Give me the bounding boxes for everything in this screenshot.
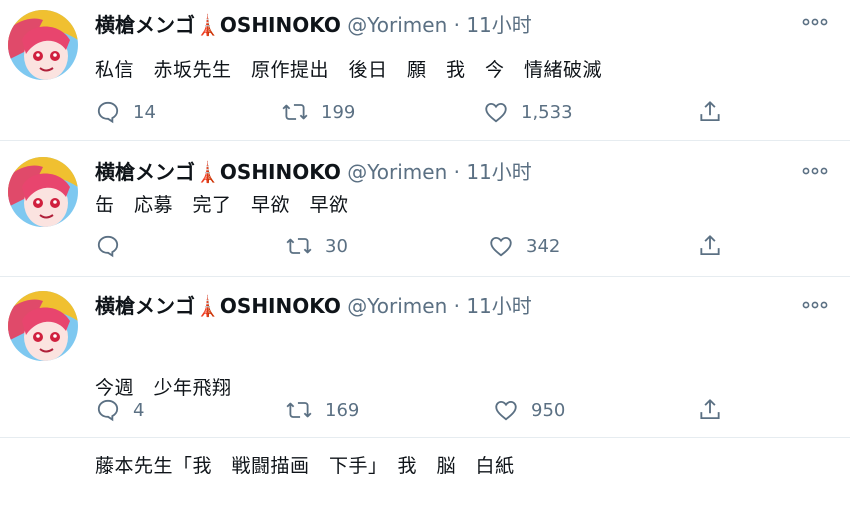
share-button[interactable] bbox=[697, 232, 735, 260]
tower-icon: 🗼 bbox=[195, 160, 220, 184]
like-button[interactable]: 342 bbox=[488, 232, 560, 260]
display-name-suffix[interactable]: OSHINOKO bbox=[220, 13, 341, 37]
retweet-count: 169 bbox=[325, 399, 360, 421]
display-name-suffix[interactable]: OSHINOKO bbox=[220, 294, 341, 318]
reply-count: 4 bbox=[133, 399, 145, 421]
more-dots-icon[interactable] bbox=[802, 297, 828, 311]
separator: · bbox=[453, 160, 460, 184]
display-name[interactable]: 横槍メンゴ bbox=[95, 294, 195, 318]
like-button[interactable]: 950 bbox=[493, 396, 565, 424]
more-dots-icon[interactable] bbox=[802, 14, 828, 28]
tweet-header: 横槍メンゴ🗼OSHINOKO @Yorimen · 11小时 bbox=[95, 293, 532, 319]
share-button[interactable] bbox=[697, 98, 735, 126]
handle[interactable]: @Yorimen bbox=[347, 160, 447, 184]
retweet-icon bbox=[285, 397, 325, 423]
timestamp[interactable]: 11小时 bbox=[466, 294, 531, 318]
action-bar: 4 169 950 bbox=[95, 396, 735, 424]
tweet[interactable]: 横槍メンゴ🗼OSHINOKO @Yorimen · 11小时 私信 赤坂先生 原… bbox=[0, 0, 850, 141]
action-bar: 14 199 1,533 bbox=[95, 98, 735, 126]
like-count: 1,533 bbox=[521, 101, 573, 123]
share-upload-icon bbox=[697, 99, 735, 125]
retweet-count: 30 bbox=[325, 235, 348, 257]
share-upload-icon bbox=[697, 233, 735, 259]
tower-icon: 🗼 bbox=[195, 294, 220, 318]
retweet-icon bbox=[285, 233, 325, 259]
tweet-text: 今週 少年飛翔 藤本先生「我 戦闘描画 下手」 我 脳 白紙 bbox=[95, 323, 515, 531]
display-name[interactable]: 横槍メンゴ bbox=[95, 160, 195, 184]
timestamp[interactable]: 11小时 bbox=[466, 160, 531, 184]
like-count: 950 bbox=[531, 399, 566, 421]
tweet[interactable]: 横槍メンゴ🗼OSHINOKO @Yorimen · 11小时 缶 応募 完了 早… bbox=[0, 141, 850, 277]
share-button[interactable] bbox=[697, 396, 735, 424]
handle[interactable]: @Yorimen bbox=[347, 294, 447, 318]
more-dots-icon[interactable] bbox=[802, 163, 828, 177]
reply-bubble-icon bbox=[95, 233, 133, 259]
display-name-suffix[interactable]: OSHINOKO bbox=[220, 160, 341, 184]
avatar[interactable] bbox=[8, 291, 78, 361]
retweet-button[interactable]: 199 bbox=[281, 98, 355, 126]
retweet-count: 199 bbox=[321, 101, 356, 123]
reply-button[interactable]: 14 bbox=[95, 98, 156, 126]
reply-button[interactable] bbox=[95, 232, 133, 260]
heart-icon bbox=[488, 233, 526, 259]
tweet-header: 横槍メンゴ🗼OSHINOKO @Yorimen · 11小时 bbox=[95, 159, 532, 185]
heart-icon bbox=[483, 99, 521, 125]
tweet[interactable]: 横槍メンゴ🗼OSHINOKO @Yorimen · 11小时 今週 少年飛翔 藤… bbox=[0, 277, 850, 477]
tweet-text-line: 藤本先生「我 戦闘描画 下手」 我 脳 白紙 bbox=[95, 455, 515, 477]
handle[interactable]: @Yorimen bbox=[347, 13, 447, 37]
action-bar: 30 342 bbox=[95, 232, 735, 260]
tweet-text-line: 缶 応募 完了 早欲 早欲 bbox=[95, 194, 349, 216]
retweet-button[interactable]: 169 bbox=[285, 396, 359, 424]
tweet-text: 私信 赤坂先生 原作提出 後日 願 我 今 情緒破滅 bbox=[95, 57, 602, 83]
reply-bubble-icon bbox=[95, 397, 133, 423]
heart-icon bbox=[493, 397, 531, 423]
separator: · bbox=[453, 13, 460, 37]
display-name[interactable]: 横槍メンゴ bbox=[95, 13, 195, 37]
separator: · bbox=[453, 294, 460, 318]
reply-button[interactable]: 4 bbox=[95, 396, 144, 424]
share-upload-icon bbox=[697, 397, 735, 423]
like-button[interactable]: 1,533 bbox=[483, 98, 573, 126]
tower-icon: 🗼 bbox=[195, 13, 220, 37]
avatar[interactable] bbox=[8, 157, 78, 227]
tweet-feed: 横槍メンゴ🗼OSHINOKO @Yorimen · 11小时 私信 赤坂先生 原… bbox=[0, 0, 850, 477]
avatar[interactable] bbox=[8, 10, 78, 80]
reply-bubble-icon bbox=[95, 99, 133, 125]
like-count: 342 bbox=[526, 235, 561, 257]
tweet-text: 缶 応募 完了 早欲 早欲 bbox=[95, 192, 349, 218]
reply-count: 14 bbox=[133, 101, 156, 123]
tweet-header: 横槍メンゴ🗼OSHINOKO @Yorimen · 11小时 bbox=[95, 12, 532, 38]
timestamp[interactable]: 11小时 bbox=[466, 13, 531, 37]
retweet-icon bbox=[281, 99, 321, 125]
retweet-button[interactable]: 30 bbox=[285, 232, 348, 260]
tweet-text-line: 私信 赤坂先生 原作提出 後日 願 我 今 情緒破滅 bbox=[95, 59, 603, 81]
